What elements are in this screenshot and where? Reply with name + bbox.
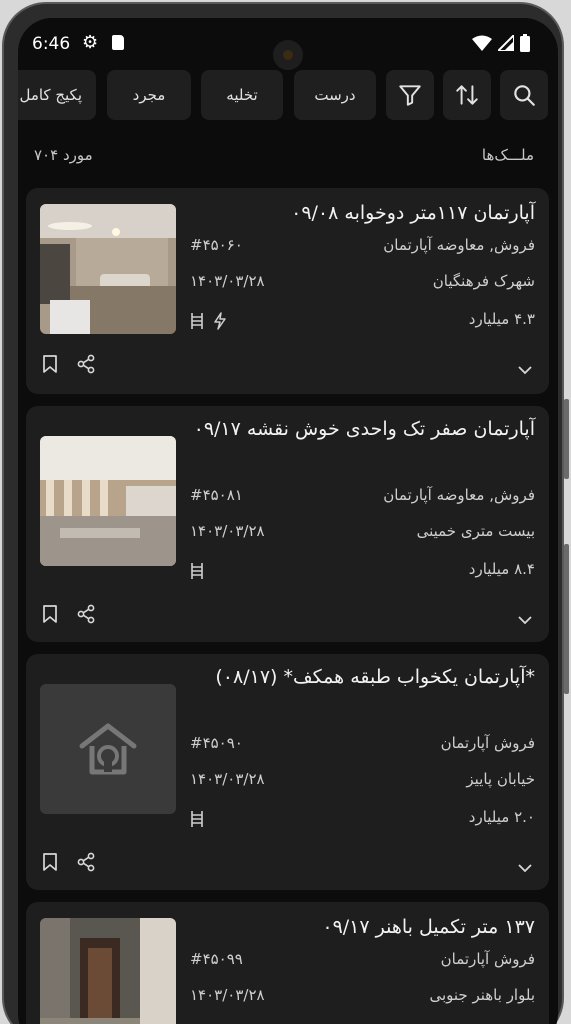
sort-icon <box>456 85 478 105</box>
chip-full-package[interactable]: پکیج کامل <box>18 70 96 120</box>
card-title: *آپارتمان یکخواب طبقه همکف* (۰۸/۱۷) <box>215 666 535 688</box>
listing-date: ۱۴۰۳/۰۳/۲۸ <box>190 272 265 290</box>
listing-date: ۱۴۰۳/۰۳/۲۸ <box>190 986 265 1004</box>
chip-label: مجرد <box>132 86 166 104</box>
gear-icon: ⚙ <box>82 32 99 53</box>
card-title: ۱۳۷ متر تکمیل باهنر ۰۹/۱۷ <box>322 916 535 938</box>
result-count: ۷۰۴ مورد <box>34 146 93 164</box>
chevron-down-icon[interactable] <box>517 862 533 874</box>
feature-icons <box>190 810 204 828</box>
bookmark-icon[interactable] <box>42 354 58 374</box>
property-card[interactable]: ۱۳۷ متر تکمیل باهنر ۰۹/۱۷ #۴۵۰۹۹ فروش آپ… <box>26 902 549 1024</box>
feature-icons <box>190 562 204 580</box>
chip-correct[interactable]: درست <box>294 70 376 120</box>
chip-label: پکیج کامل <box>19 86 82 104</box>
sd-card-icon <box>112 35 124 50</box>
filter-bar: پکیج کامل مجرد تخلیه درست <box>18 70 558 122</box>
bookmark-icon[interactable] <box>42 852 58 872</box>
card-actions <box>42 852 96 872</box>
listing-date: ۱۴۰۳/۰۳/۲۸ <box>190 770 265 788</box>
status-icons <box>472 34 530 52</box>
listing-date: ۱۴۰۳/۰۳/۲۸ <box>190 522 265 540</box>
filter-button[interactable] <box>386 70 434 120</box>
location: خیابان پاییز <box>466 770 535 788</box>
property-photo[interactable] <box>40 436 176 566</box>
property-card[interactable]: آپارتمان ۱۱۷متر دوخوابه ۰۹/۰۸ #۴۵۰۶۰ فرو… <box>26 188 549 394</box>
property-card[interactable]: *آپارتمان یکخواب طبقه همکف* (۰۸/۱۷) #۴۵۰… <box>26 654 549 890</box>
bookmark-icon[interactable] <box>42 604 58 624</box>
chip-single[interactable]: مجرد <box>107 70 191 120</box>
signal-icon <box>498 35 514 51</box>
status-time: 6:46 <box>32 34 71 54</box>
sort-button[interactable] <box>443 70 491 120</box>
chip-label: تخلیه <box>226 86 258 104</box>
property-photo[interactable] <box>40 918 176 1024</box>
property-code: #۴۵۰۶۰ <box>190 236 243 254</box>
card-actions <box>42 604 96 624</box>
chip-label: درست <box>314 86 356 104</box>
feature-icons <box>190 312 228 330</box>
chevron-down-icon[interactable] <box>517 364 533 376</box>
deal-type: فروش آپارتمان <box>440 950 535 968</box>
volume-button <box>564 399 569 479</box>
location: بلوار باهنر جنوبی <box>429 986 535 1004</box>
share-icon[interactable] <box>76 604 96 624</box>
deal-type: فروش, معاوضه آپارتمان <box>383 236 535 254</box>
property-code: #۴۵۰۹۰ <box>190 734 243 752</box>
front-camera <box>273 40 303 70</box>
elevator-icon <box>191 811 203 827</box>
list-title: ملـــک‌ها <box>481 146 534 164</box>
price: ۸.۴ میلیارد <box>468 560 535 578</box>
card-title: آپارتمان ۱۱۷متر دوخوابه ۰۹/۰۸ <box>291 202 535 224</box>
share-icon[interactable] <box>76 354 96 374</box>
price: ۲.۰ میلیارد <box>468 808 535 826</box>
card-actions <box>42 354 96 374</box>
wifi-icon <box>472 35 492 51</box>
price: ۴.۳ میلیارد <box>468 310 535 328</box>
chip-evacuated[interactable]: تخلیه <box>201 70 283 120</box>
location: بیست متری خمینی <box>416 522 535 540</box>
house-placeholder-icon <box>79 723 137 775</box>
chevron-down-icon[interactable] <box>517 614 533 626</box>
property-code: #۴۵۰۹۹ <box>190 950 243 968</box>
status-bar: 6:46 ⚙ <box>18 18 558 70</box>
power-button <box>564 544 569 694</box>
share-icon[interactable] <box>76 852 96 872</box>
filter-icon <box>399 85 421 106</box>
card-title: آپارتمان صفر تک واحدی خوش نقشه ۰۹/۱۷ <box>193 418 535 440</box>
search-button[interactable] <box>500 70 548 120</box>
elevator-icon <box>191 313 203 329</box>
elevator-icon <box>191 563 203 579</box>
location: شهرک فرهنگیان <box>432 272 535 290</box>
property-card[interactable]: آپارتمان صفر تک واحدی خوش نقشه ۰۹/۱۷ #۴۵… <box>26 406 549 642</box>
property-photo-placeholder[interactable] <box>40 684 176 814</box>
property-code: #۴۵۰۸۱ <box>190 486 243 504</box>
deal-type: فروش آپارتمان <box>440 734 535 752</box>
deal-type: فروش, معاوضه آپارتمان <box>383 486 535 504</box>
search-icon <box>514 85 535 106</box>
phone-frame: 6:46 ⚙ پکیج کامل مجرد تخلیه درست ۷۰۴ مور… <box>2 2 569 1024</box>
list-header: ۷۰۴ مورد ملـــک‌ها <box>18 142 558 172</box>
electricity-icon <box>214 312 226 330</box>
property-photo[interactable] <box>40 204 176 334</box>
battery-icon <box>520 34 530 52</box>
screen: 6:46 ⚙ پکیج کامل مجرد تخلیه درست ۷۰۴ مور… <box>18 18 558 1024</box>
